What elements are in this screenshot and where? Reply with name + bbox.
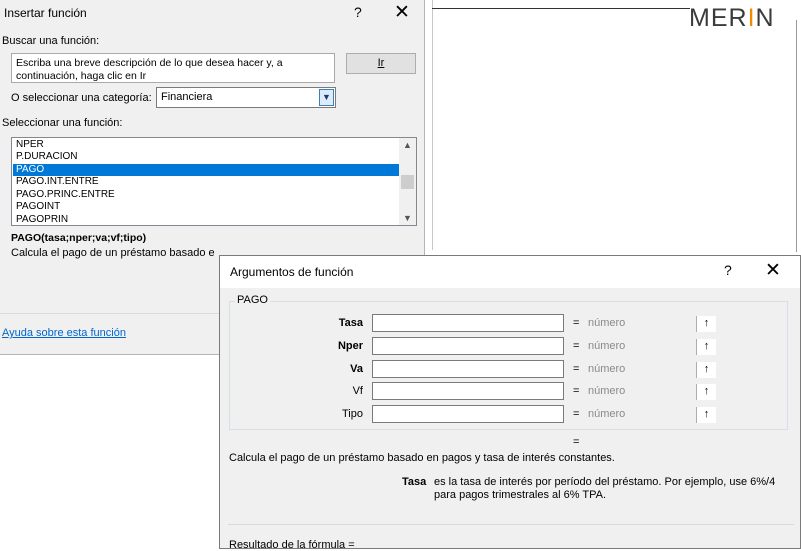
collapse-dialog-icon[interactable]: ↑ — [696, 339, 716, 355]
function-description: Calcula el pago de un préstamo basado e — [11, 247, 215, 259]
equals-sign: = — [573, 340, 580, 352]
slide-preview — [432, 0, 801, 250]
dialog-title: Insertar función — [4, 6, 87, 20]
dialog-title: Argumentos de función — [230, 265, 354, 279]
scroll-down-icon[interactable]: ▼ — [403, 213, 412, 223]
list-item[interactable]: PAGO.INT.ENTRE — [13, 176, 403, 188]
function-list[interactable]: NPER P.DURACION PAGO PAGO.INT.ENTRE PAGO… — [11, 137, 417, 226]
equals-sign: = — [573, 363, 580, 375]
go-button-label: Ir — [377, 57, 385, 69]
argument-label: Nper — [337, 340, 363, 352]
argument-type: número — [588, 317, 626, 329]
function-syntax: PAGO(tasa;nper;va;vf;tipo) — [11, 232, 147, 244]
category-label: O seleccionar una categoría: — [11, 92, 152, 104]
equals-sign: = — [573, 317, 580, 329]
list-item[interactable]: PAGOINT — [13, 201, 403, 213]
argument-row-tasa: Tasa ↑ = número — [220, 313, 800, 333]
help-link[interactable]: Ayuda sobre esta función — [2, 327, 126, 339]
logo-text-end: N — [755, 4, 775, 32]
tipo-input[interactable]: ↑ — [372, 405, 716, 423]
argument-type: número — [588, 340, 626, 352]
logo-text-accent: I — [747, 4, 756, 32]
list-item[interactable]: PAGO.PRINC.ENTRE — [13, 189, 403, 201]
help-icon[interactable]: ? — [354, 4, 362, 20]
argument-row-tipo: Tipo ↑ = número — [220, 404, 800, 424]
list-item[interactable]: NPER — [13, 139, 403, 151]
scrollbar-thumb[interactable] — [401, 175, 414, 189]
divider — [228, 524, 794, 525]
argument-row-nper: Nper ↑ = número — [220, 336, 800, 356]
equals-sign: = — [573, 385, 580, 397]
function-description: Calcula el pago de un préstamo basado en… — [229, 452, 615, 464]
slide-edge — [796, 20, 797, 252]
argument-label: Vf — [352, 385, 363, 397]
collapse-dialog-icon[interactable]: ↑ — [696, 407, 716, 423]
list-item-selected[interactable]: PAGO — [13, 164, 403, 176]
search-label: Buscar una función: — [2, 35, 100, 47]
function-list-label: Seleccionar una función: — [2, 117, 123, 129]
help-icon[interactable]: ? — [724, 262, 732, 278]
category-select[interactable]: Financiera ▼ — [156, 87, 336, 108]
logo-text-main: MER — [689, 4, 748, 32]
chevron-down-icon[interactable]: ▼ — [319, 89, 334, 106]
close-icon[interactable]: ✕ — [765, 259, 781, 282]
va-input[interactable]: ↑ — [372, 360, 716, 378]
close-icon[interactable]: ✕ — [394, 1, 410, 24]
go-button[interactable]: Ir — [346, 53, 416, 74]
nper-input[interactable]: ↑ — [372, 337, 716, 355]
collapse-dialog-icon[interactable]: ↑ — [696, 316, 716, 332]
merin-logo: MERIN — [689, 4, 775, 33]
collapse-dialog-icon[interactable]: ↑ — [696, 384, 716, 400]
result-equals-sign: = — [573, 436, 580, 448]
equals-sign: = — [573, 408, 580, 420]
slide-divider-line — [432, 8, 690, 9]
list-item[interactable]: P.DURACION — [13, 151, 403, 163]
argument-row-va: Va ↑ = número — [220, 359, 800, 379]
collapse-dialog-icon[interactable]: ↑ — [696, 362, 716, 378]
argument-label: Tipo — [342, 408, 363, 420]
argument-type: número — [588, 363, 626, 375]
category-value: Financiera — [161, 91, 213, 103]
parameter-name: Tasa — [402, 476, 427, 488]
parameter-description: es la tasa de interés por período del pr… — [434, 476, 776, 501]
argument-type: número — [588, 408, 626, 420]
argument-row-vf: Vf ↑ = número — [220, 381, 800, 401]
list-scrollbar[interactable]: ▲ ▼ — [399, 138, 416, 225]
argument-label: Tasa — [338, 317, 363, 329]
argument-type: número — [588, 385, 626, 397]
argument-label: Va — [350, 363, 363, 375]
search-input[interactable]: Escriba una breve descripción de lo que … — [11, 53, 335, 83]
formula-result-label: Resultado de la fórmula = — [229, 539, 355, 551]
function-arguments-dialog: Argumentos de función ? ✕ PAGO Tasa ↑ = … — [219, 255, 801, 551]
scroll-up-icon[interactable]: ▲ — [403, 140, 412, 150]
list-item[interactable]: PAGOPRIN — [13, 214, 403, 225]
tasa-input[interactable]: ↑ — [372, 314, 716, 332]
vf-input[interactable]: ↑ — [372, 382, 716, 400]
group-title: PAGO — [235, 294, 270, 306]
